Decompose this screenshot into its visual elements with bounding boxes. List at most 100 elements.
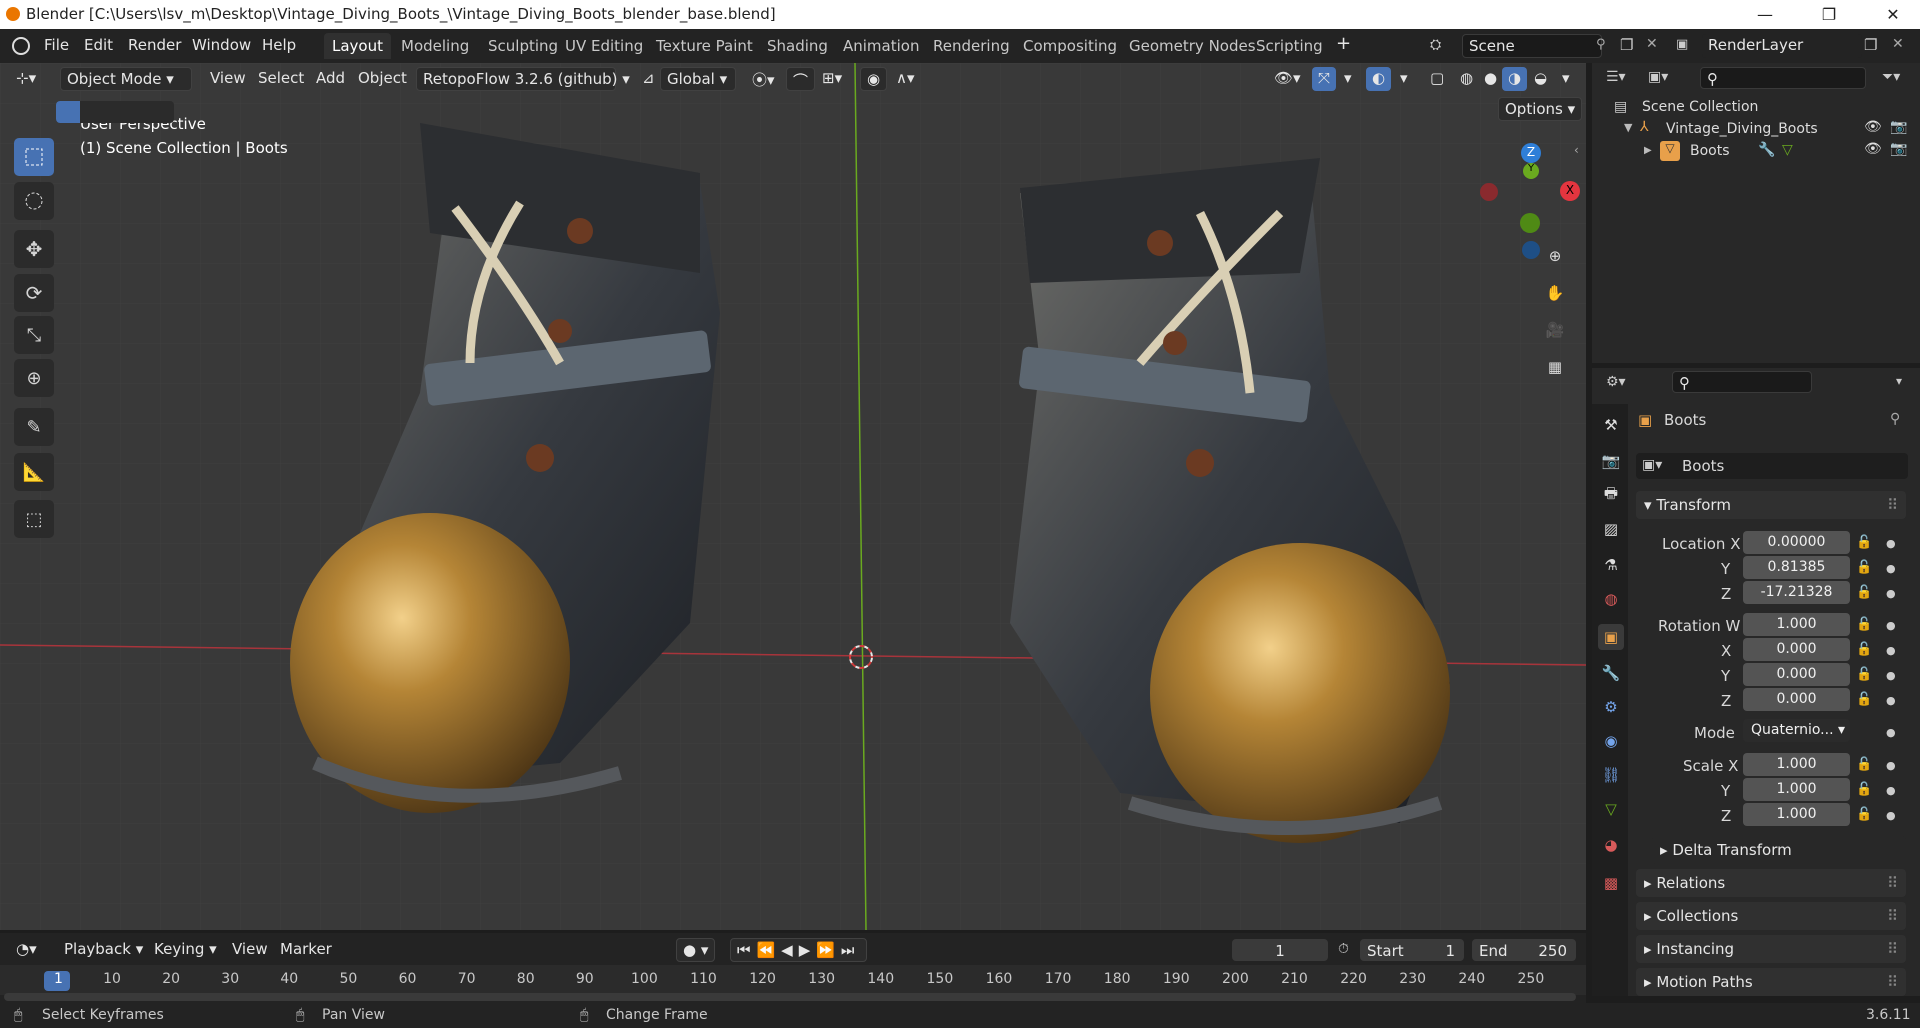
marker-menu[interactable]: Marker	[274, 938, 338, 962]
keyframe-dot-icon[interactable]: ●	[1886, 784, 1896, 797]
ortho-grid-icon[interactable]: ▦	[1538, 350, 1572, 384]
start-frame-field[interactable]: Start 1	[1360, 939, 1464, 961]
add-workspace-button[interactable]: +	[1336, 33, 1351, 54]
tab-output-icon[interactable]: 🖶	[1598, 482, 1624, 508]
transform-orientation-icon[interactable]: ⊿	[636, 67, 661, 91]
lock-icon[interactable]: 🔓	[1856, 782, 1872, 797]
tab-scripting[interactable]: Scripting	[1248, 33, 1331, 59]
rendered-shading-icon[interactable]: ◒	[1528, 67, 1553, 91]
tab-sculpting[interactable]: Sculpting	[480, 33, 566, 59]
relations-panel[interactable]: ▸ Relations ⠿	[1636, 869, 1906, 897]
editor-type-icon[interactable]: ⊹▾	[10, 67, 42, 91]
annotate-tool[interactable]: ✎	[14, 408, 54, 446]
tab-uv-editing[interactable]: UV Editing	[557, 33, 651, 59]
tab-physics-icon[interactable]: ◉	[1598, 728, 1624, 754]
lock-icon[interactable]: 🔓	[1856, 617, 1872, 632]
camera-view-icon[interactable]: 🎥	[1538, 313, 1572, 347]
measure-tool[interactable]: 📐	[14, 453, 54, 491]
outliner-object-item[interactable]: Boots	[1690, 143, 1730, 159]
keyframe-dot-icon[interactable]: ●	[1886, 537, 1896, 550]
object-visibility-icon[interactable]: 👁	[1864, 141, 1882, 157]
keyframe-dot-icon[interactable]: ●	[1886, 562, 1896, 575]
menu-add[interactable]: Add	[310, 67, 351, 91]
stopwatch-icon[interactable]: ⏱	[1338, 941, 1349, 957]
location-z-field[interactable]: -17.21328	[1743, 581, 1850, 604]
menu-help[interactable]: Help	[262, 36, 296, 54]
collection-render-icon[interactable]: 📷	[1890, 119, 1907, 135]
rotate-tool[interactable]: ⟳	[14, 274, 54, 312]
lock-icon[interactable]: 🔓	[1856, 642, 1872, 657]
scene-icon[interactable]: ⛭	[1430, 37, 1441, 53]
shading-dropdown-icon[interactable]: ▾	[1556, 67, 1576, 91]
pin-properties-icon[interactable]: ⚲	[1890, 411, 1900, 427]
rotation-y-field[interactable]: 0.000	[1743, 663, 1850, 686]
pan-hand-icon[interactable]: ✋	[1538, 276, 1572, 310]
transform-panel-header[interactable]: ▾ Transform ⠿	[1636, 491, 1906, 519]
keyframe-dot-icon[interactable]: ●	[1886, 587, 1896, 600]
render-layer-field[interactable]: RenderLayer	[1702, 34, 1862, 58]
material-shading-icon[interactable]: ◑	[1502, 67, 1528, 91]
lock-icon[interactable]: 🔓	[1856, 667, 1872, 682]
keyframe-dot-icon[interactable]: ●	[1886, 759, 1896, 772]
menu-window[interactable]: Window	[192, 36, 251, 54]
menu-select[interactable]: Select	[252, 67, 310, 91]
overlay-toggle-icon[interactable]: ◐	[1366, 67, 1392, 91]
rotation-z-field[interactable]: 0.000	[1743, 688, 1850, 711]
keyframe-dot-icon[interactable]: ●	[1886, 669, 1896, 682]
gizmo-dropdown-icon[interactable]: ▾	[1338, 67, 1358, 91]
outliner-collection-item[interactable]: Vintage_Diving_Boots	[1666, 121, 1818, 137]
tab-modeling[interactable]: Modeling	[393, 33, 477, 59]
keyframe-dot-icon[interactable]: ●	[1886, 694, 1896, 707]
rotation-x-field[interactable]: 0.000	[1743, 638, 1850, 661]
keyframe-dot-icon[interactable]: ●	[1886, 809, 1896, 822]
tab-texture-paint[interactable]: Texture Paint	[648, 33, 761, 59]
transform-orientation-dropdown[interactable]: Global ▾	[660, 67, 736, 91]
3d-viewport[interactable]: ✥ ⟳ ⤡ ⊕ ✎ 📐 ⬚ User Perspective (1) Scene…	[0, 63, 1586, 930]
scale-y-field[interactable]: 1.000	[1743, 778, 1850, 801]
tab-data-icon[interactable]: ▽	[1598, 796, 1624, 822]
menu-render[interactable]: Render	[128, 36, 181, 54]
tab-texture-icon[interactable]: ▩	[1598, 870, 1624, 896]
tab-scene-icon[interactable]: ⚗	[1598, 552, 1624, 578]
scale-x-field[interactable]: 1.000	[1743, 753, 1850, 776]
gizmo-neg-x[interactable]	[1480, 183, 1498, 201]
object-data-field[interactable]	[1636, 453, 1908, 479]
viewport-scene[interactable]	[0, 63, 1586, 930]
keyframe-dot-icon[interactable]: ●	[1886, 619, 1896, 632]
transform-tool[interactable]: ⊕	[14, 359, 54, 397]
cursor-tool[interactable]	[14, 182, 54, 220]
selection-mode-buttons[interactable]	[56, 101, 174, 123]
lock-icon[interactable]: 🔓	[1856, 560, 1872, 575]
delete-scene-icon[interactable]: ✕	[1646, 36, 1658, 52]
outliner-editor-icon[interactable]: ☰▾	[1606, 69, 1626, 85]
end-frame-field[interactable]: End 250	[1472, 939, 1576, 961]
gizmo-y-axis[interactable]: Y	[1523, 163, 1539, 179]
close-button[interactable]: ✕	[1870, 0, 1916, 29]
render-layer-icon[interactable]: ▣	[1676, 37, 1688, 52]
blender-menu-icon[interactable]	[12, 37, 30, 55]
lock-icon[interactable]: 🔓	[1856, 757, 1872, 772]
collection-expand-icon[interactable]: ▼	[1624, 121, 1632, 134]
proportional-edit-icon[interactable]: ◉	[860, 67, 888, 91]
menu-view[interactable]: View	[204, 67, 252, 91]
keyframe-dot-icon[interactable]: ●	[1886, 726, 1896, 739]
scene-name-field[interactable]: Scene	[1462, 34, 1602, 58]
tab-shading[interactable]: Shading	[759, 33, 836, 59]
lock-icon[interactable]: 🔓	[1856, 585, 1872, 600]
tab-compositing[interactable]: Compositing	[1015, 33, 1125, 59]
add-cube-tool[interactable]: ⬚	[14, 500, 54, 538]
object-render-icon[interactable]: 📷	[1890, 141, 1907, 157]
tab-geometry-nodes[interactable]: Geometry Nodes	[1121, 33, 1264, 59]
tab-world-icon[interactable]: ◍	[1598, 586, 1624, 612]
scale-z-field[interactable]: 1.000	[1743, 803, 1850, 826]
sidebar-toggle-icon[interactable]: ‹	[1574, 143, 1579, 157]
delta-transform-panel[interactable]: ▸ Delta Transform	[1652, 836, 1906, 864]
lock-icon[interactable]: 🔓	[1856, 535, 1872, 550]
keyframe-dot-icon[interactable]: ●	[1886, 644, 1896, 657]
wireframe-shading-icon[interactable]: ◍	[1454, 67, 1479, 91]
menu-object[interactable]: Object	[352, 67, 413, 91]
properties-options-icon[interactable]: ▾	[1896, 374, 1902, 388]
object-mode-dropdown[interactable]: Object Mode ▾	[60, 67, 192, 91]
timeline-view-menu[interactable]: View	[226, 938, 274, 962]
instancing-panel[interactable]: ▸ Instancing ⠿	[1636, 935, 1906, 963]
